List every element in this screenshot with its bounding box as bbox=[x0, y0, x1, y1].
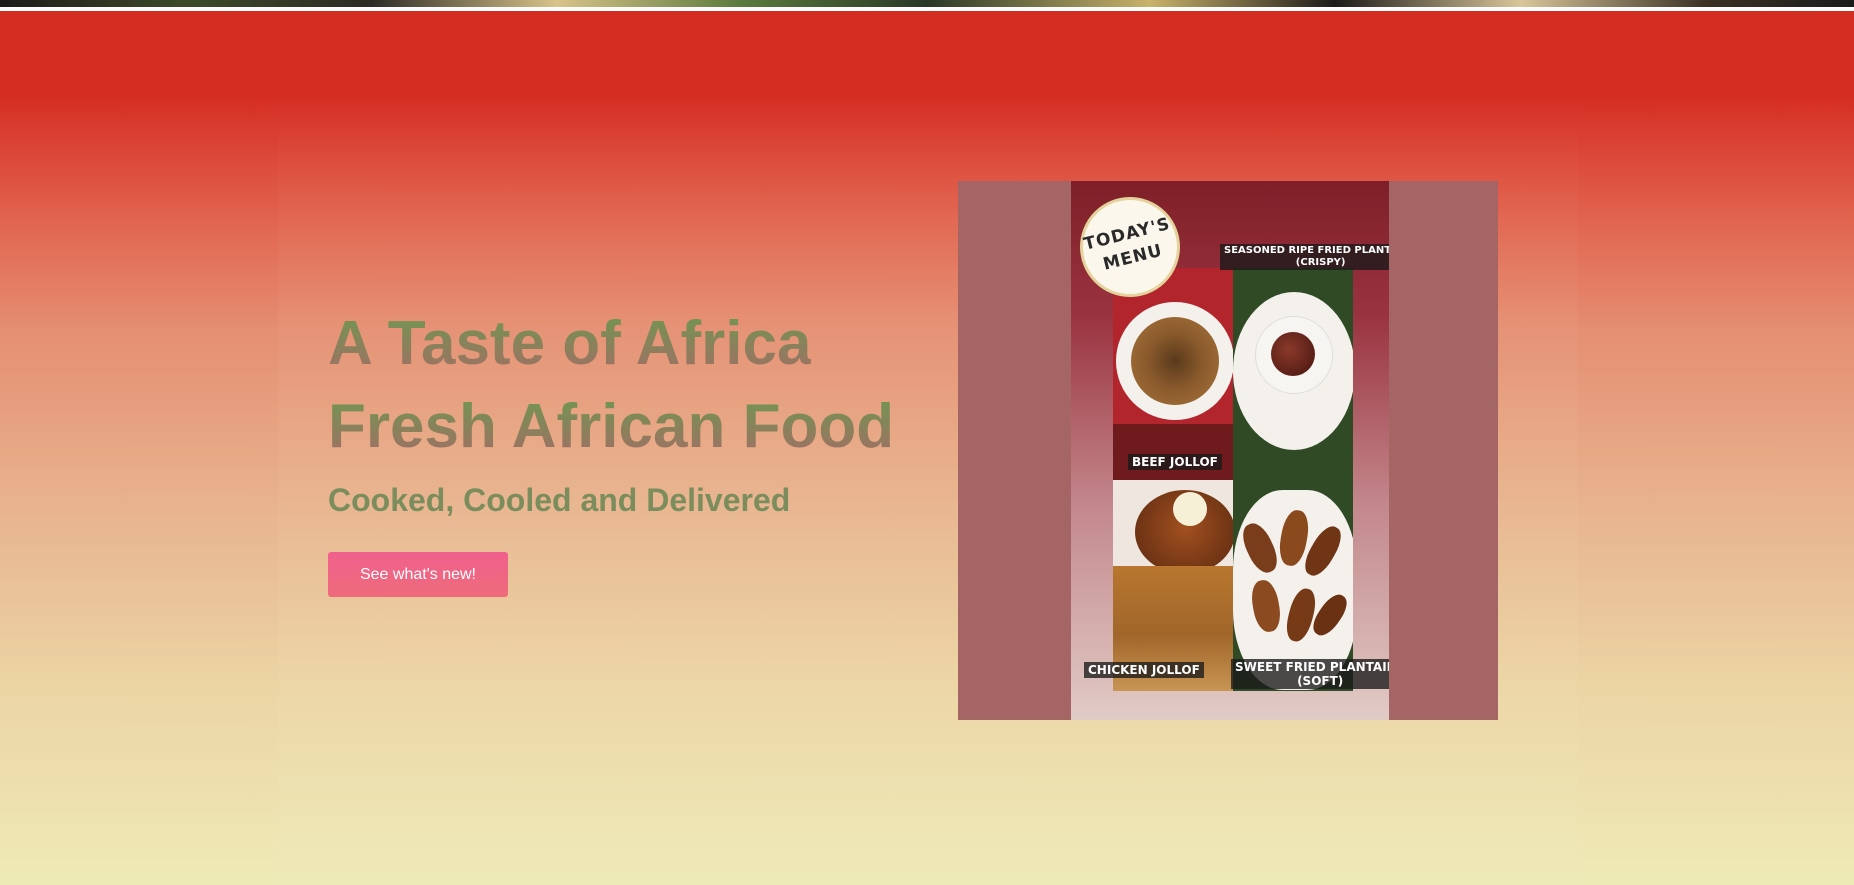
hero-title-line2: Fresh African Food bbox=[328, 390, 894, 464]
soft-plantains-label: SWEET FRIED PLANTAINS (SOFT) bbox=[1231, 659, 1389, 689]
rice-food bbox=[1131, 317, 1219, 405]
crispy-plantains-label: SEASONED RIPE FRIED PLANTAINS (CRISPY) bbox=[1220, 244, 1389, 270]
see-whats-new-button[interactable]: See what's new! bbox=[328, 552, 508, 597]
badge-text: TODAY'S MENU bbox=[1079, 211, 1182, 280]
egg-food bbox=[1173, 492, 1207, 526]
photo-shadow bbox=[1113, 424, 1233, 480]
soft-plantains-label-line1: SWEET FRIED PLANTAINS bbox=[1235, 660, 1389, 674]
chicken-jollof-photo bbox=[1113, 480, 1233, 691]
top-image-strip bbox=[0, 0, 1854, 7]
todays-menu-image: TODAY'S MENU BEEF JOLLOF SEASONED RIPE F… bbox=[958, 181, 1498, 720]
chicken-jollof-label: CHICKEN JOLLOF bbox=[1084, 662, 1204, 678]
crispy-plantains-label-line1: SEASONED RIPE FRIED PLANTAINS bbox=[1224, 245, 1389, 256]
crispy-plantains-label-line2: (CRISPY) bbox=[1295, 257, 1346, 268]
crispy-plantains-photo bbox=[1233, 268, 1353, 480]
menu-poster: TODAY'S MENU BEEF JOLLOF SEASONED RIPE F… bbox=[1071, 181, 1389, 720]
hero-title-line1: A Taste of Africa bbox=[328, 307, 811, 381]
hero-subtitle: Cooked, Cooled and Delivered bbox=[328, 482, 791, 518]
soft-plantains-label-line2: (SOFT) bbox=[1297, 674, 1344, 688]
plantains-food bbox=[1271, 332, 1315, 376]
beef-jollof-photo bbox=[1113, 268, 1233, 480]
beef-jollof-label: BEEF JOLLOF bbox=[1128, 454, 1222, 470]
todays-menu-badge: TODAY'S MENU bbox=[1080, 197, 1180, 297]
